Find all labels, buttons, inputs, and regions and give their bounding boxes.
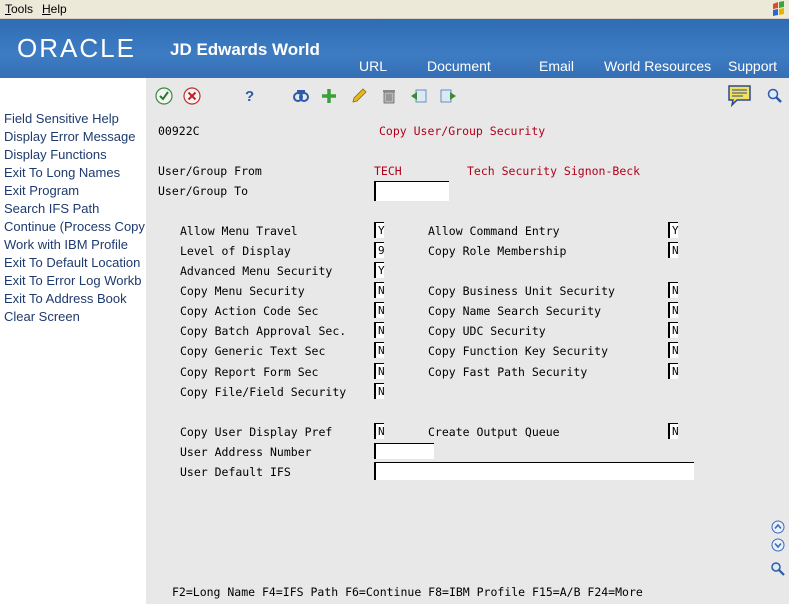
windows-logo-icon xyxy=(773,1,784,16)
delete-trash-icon[interactable] xyxy=(380,87,398,105)
user-group-from-value: TECH xyxy=(374,164,402,178)
link-continue-process-copy[interactable]: Continue (Process Copy xyxy=(4,219,146,234)
inquire-binoculars-icon[interactable] xyxy=(292,87,310,105)
advanced-menu-security-input[interactable]: Y xyxy=(374,262,385,278)
help-question-icon[interactable]: ? xyxy=(240,87,258,105)
link-clear-screen[interactable]: Clear Screen xyxy=(4,309,146,324)
menu-tools[interactable]: Tools xyxy=(5,2,33,16)
allow-menu-travel-input[interactable]: Y xyxy=(374,222,385,238)
link-display-functions[interactable]: Display Functions xyxy=(4,147,146,162)
menu-bar: Tools Help xyxy=(0,0,789,19)
zoom-magnifier-icon[interactable] xyxy=(770,561,786,577)
level-of-display-label: Level of Display xyxy=(180,244,291,258)
nav-url[interactable]: URL xyxy=(359,58,387,74)
form-content: ? 00922C Copy User/Group Security User/G… xyxy=(146,78,789,604)
message-bubble-icon[interactable] xyxy=(727,84,753,108)
menu-help[interactable]: Help xyxy=(42,2,67,16)
oracle-logo: ORACLE xyxy=(17,33,136,63)
copy-name-search-security-label: Copy Name Search Security xyxy=(428,304,602,318)
link-exit-to-address-book[interactable]: Exit To Address Book xyxy=(4,291,146,306)
user-group-to-label: User/Group To xyxy=(158,184,249,198)
svg-text:?: ? xyxy=(245,88,254,105)
nav-document[interactable]: Document xyxy=(427,58,491,74)
copy-role-membership-label: Copy Role Membership xyxy=(428,244,567,258)
oracle-header: ORACLE JD Edwards World URL Document Ema… xyxy=(0,19,789,78)
user-group-from-label: User/Group From xyxy=(158,164,262,178)
copy-action-code-sec-label: Copy Action Code Sec xyxy=(180,304,319,318)
create-output-queue-label: Create Output Queue xyxy=(428,425,560,439)
user-address-number-input[interactable] xyxy=(374,443,434,459)
copy-role-membership-input[interactable]: N xyxy=(668,242,679,258)
previous-page-icon[interactable] xyxy=(410,87,428,105)
link-display-error-message[interactable]: Display Error Message xyxy=(4,129,146,144)
copy-business-unit-security-input[interactable]: N xyxy=(668,282,679,298)
copy-report-form-sec-input[interactable]: N xyxy=(374,363,385,379)
function-keys-line: F2=Long Name F4=IFS Path F6=Continue F8=… xyxy=(172,585,643,599)
scroll-down-icon[interactable] xyxy=(771,538,785,552)
copy-file-field-security-input[interactable]: N xyxy=(374,383,385,399)
copy-generic-text-sec-input[interactable]: N xyxy=(374,342,385,358)
advanced-menu-security-label: Advanced Menu Security xyxy=(180,264,333,278)
allow-menu-travel-label: Allow Menu Travel xyxy=(180,224,298,238)
copy-name-search-security-input[interactable]: N xyxy=(668,302,679,318)
copy-fast-path-security-label: Copy Fast Path Security xyxy=(428,365,588,379)
copy-batch-approval-sec-input[interactable]: N xyxy=(374,322,385,338)
link-field-sensitive-help[interactable]: Field Sensitive Help xyxy=(4,111,146,126)
copy-batch-approval-sec-label: Copy Batch Approval Sec. xyxy=(180,324,347,338)
user-default-ifs-label: User Default IFS xyxy=(180,465,291,479)
copy-function-key-security-label: Copy Function Key Security xyxy=(428,344,609,358)
copy-action-code-sec-input[interactable]: N xyxy=(374,302,385,318)
copy-fast-path-security-input[interactable]: N xyxy=(668,363,679,379)
search-magnifier-icon[interactable] xyxy=(766,87,784,105)
copy-user-display-pref-input[interactable]: N xyxy=(374,423,385,439)
nav-email[interactable]: Email xyxy=(539,58,574,74)
change-pencil-icon[interactable] xyxy=(350,87,368,105)
copy-user-display-pref-label: Copy User Display Pref xyxy=(180,425,333,439)
copy-menu-security-input[interactable]: N xyxy=(374,282,385,298)
copy-udc-security-label: Copy UDC Security xyxy=(428,324,546,338)
add-plus-icon[interactable] xyxy=(320,87,338,105)
link-exit-to-default-location[interactable]: Exit To Default Location xyxy=(4,255,146,270)
nav-world-resources[interactable]: World Resources xyxy=(604,58,711,74)
level-of-display-input[interactable]: 9 xyxy=(374,242,385,258)
copy-generic-text-sec-label: Copy Generic Text Sec xyxy=(180,344,326,358)
form-title: Copy User/Group Security xyxy=(379,124,546,138)
link-search-ifs-path[interactable]: Search IFS Path xyxy=(4,201,146,216)
user-group-to-input[interactable] xyxy=(374,181,449,201)
product-name: JD Edwards World xyxy=(170,40,320,59)
copy-file-field-security-label: Copy File/Field Security xyxy=(180,385,347,399)
link-exit-to-long-names[interactable]: Exit To Long Names xyxy=(4,165,146,180)
copy-function-key-security-input[interactable]: N xyxy=(668,342,679,358)
copy-report-form-sec-label: Copy Report Form Sec xyxy=(180,365,319,379)
copy-menu-security-label: Copy Menu Security xyxy=(180,284,305,298)
copy-business-unit-security-label: Copy Business Unit Security xyxy=(428,284,615,298)
next-page-icon[interactable] xyxy=(439,87,457,105)
left-exit-panel: Field Sensitive Help Display Error Messa… xyxy=(0,78,146,604)
link-exit-program[interactable]: Exit Program xyxy=(4,183,146,198)
create-output-queue-input[interactable]: N xyxy=(668,423,679,439)
copy-udc-security-input[interactable]: N xyxy=(668,322,679,338)
user-default-ifs-input[interactable] xyxy=(374,462,694,480)
link-work-with-ibm-profile[interactable]: Work with IBM Profile xyxy=(4,237,146,252)
user-group-from-description: Tech Security Signon-Beck xyxy=(467,164,641,178)
ok-check-icon[interactable] xyxy=(155,87,173,105)
program-id: 00922C xyxy=(158,124,200,138)
allow-command-entry-input[interactable]: Y xyxy=(668,222,679,238)
scroll-up-icon[interactable] xyxy=(771,520,785,534)
nav-support[interactable]: Support xyxy=(728,58,777,74)
link-exit-to-error-log-workbench[interactable]: Exit To Error Log Workb xyxy=(4,273,146,288)
cancel-x-icon[interactable] xyxy=(183,87,201,105)
user-address-number-label: User Address Number xyxy=(180,445,312,459)
allow-command-entry-label: Allow Command Entry xyxy=(428,224,560,238)
